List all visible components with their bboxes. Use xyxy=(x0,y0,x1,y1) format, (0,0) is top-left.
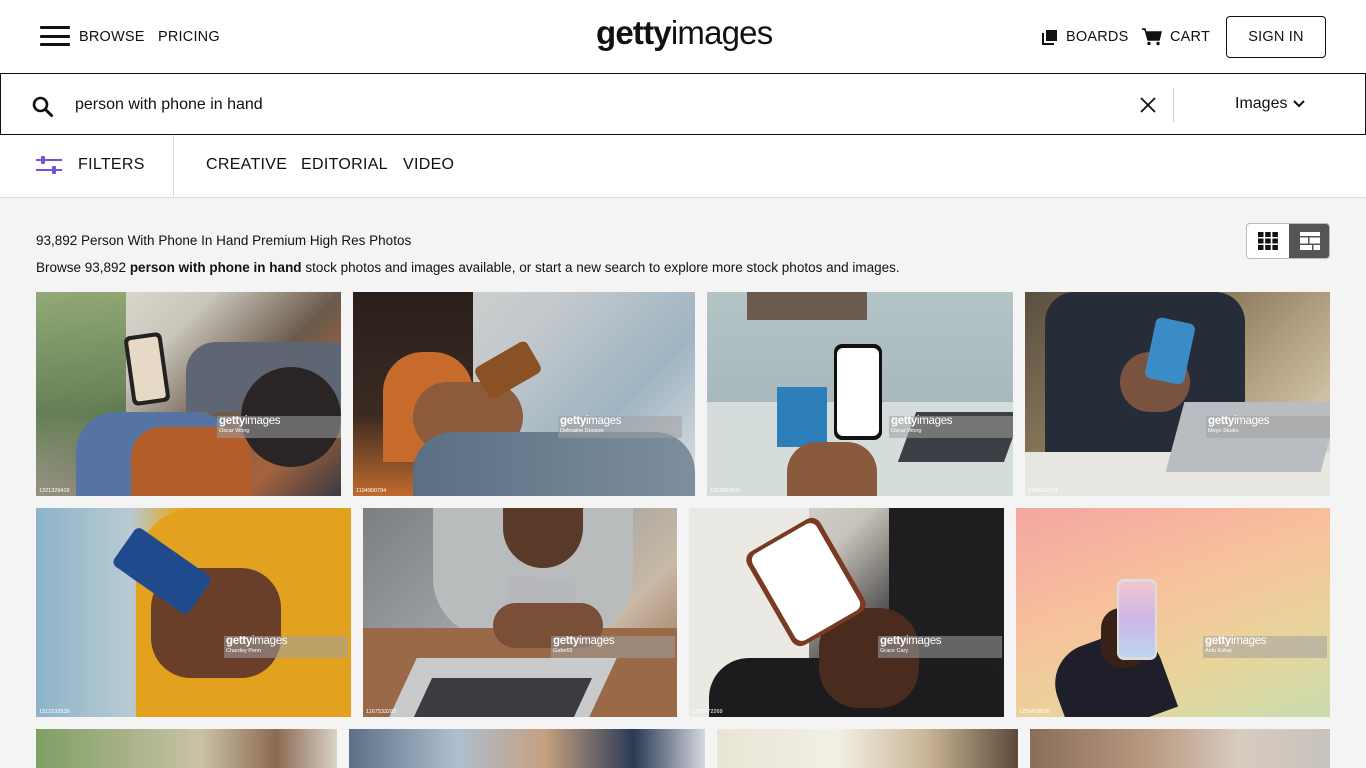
image-tile[interactable]: gettyimages Oscar Wong 1307699640 xyxy=(707,292,1013,496)
results-subtitle: Browse 93,892 person with phone in hand … xyxy=(36,260,900,275)
image-tile[interactable]: gettyimages Gabe65 1167533282 xyxy=(363,508,677,717)
mosaic-view-button[interactable] xyxy=(1289,224,1329,258)
search-divider xyxy=(1173,88,1174,122)
boards-icon[interactable] xyxy=(1042,29,1058,45)
search-icon[interactable] xyxy=(32,96,54,118)
watermark: gettyimages Gabe65 xyxy=(551,635,675,658)
image-id: 1282472269 xyxy=(692,709,723,715)
image-tile[interactable] xyxy=(36,729,337,768)
filter-divider xyxy=(173,135,174,198)
watermark: gettyimages Moyo Studio xyxy=(1206,415,1330,438)
cart-link[interactable]: CART xyxy=(1170,29,1210,45)
chevron-down-icon[interactable] xyxy=(1292,99,1306,109)
image-id: 1167533282 xyxy=(366,709,397,715)
watermark: gettyimages Oscar Wong xyxy=(217,415,341,438)
image-tile[interactable] xyxy=(717,729,1018,768)
search-bar: Images xyxy=(0,73,1366,135)
search-input[interactable] xyxy=(75,92,1115,118)
watermark: gettyimages Chardey Penn xyxy=(224,635,348,658)
tab-creative[interactable]: CREATIVE xyxy=(206,156,287,174)
image-id: 1194900794 xyxy=(356,488,387,494)
image-id: 1185932621 xyxy=(1028,488,1059,494)
nav-browse[interactable]: BROWSE xyxy=(79,29,145,45)
image-id: 1307699640 xyxy=(710,488,741,494)
watermark: gettyimages Grace Cary xyxy=(878,635,1002,658)
image-id: 1259418635 xyxy=(1019,709,1050,715)
filter-sliders-icon[interactable] xyxy=(35,155,63,175)
image-tile[interactable]: gettyimages Oscar Wong 1321329418 xyxy=(36,292,341,496)
grid-view-icon xyxy=(1258,232,1278,250)
view-toggle xyxy=(1246,223,1330,259)
getty-images-logo[interactable]: gettyimages xyxy=(596,14,773,52)
image-tile[interactable]: gettyimages Delmaine Donson 1194900794 xyxy=(353,292,695,496)
cart-icon[interactable] xyxy=(1142,28,1162,46)
image-tile[interactable] xyxy=(1030,729,1330,768)
filter-bar: FILTERS CREATIVE EDITORIAL VIDEO xyxy=(0,135,1366,198)
image-tile[interactable]: gettyimages Antu Esbar 1259418635 xyxy=(1016,508,1330,717)
watermark: gettyimages Delmaine Donson xyxy=(558,415,682,438)
mosaic-view-icon xyxy=(1300,232,1320,250)
watermark: gettyimages Oscar Wong xyxy=(889,415,1013,438)
tab-video[interactable]: VIDEO xyxy=(403,156,454,174)
top-header: BROWSE PRICING gettyimages BOARDS CART S… xyxy=(0,0,1366,74)
menu-icon[interactable] xyxy=(40,26,70,46)
close-icon[interactable] xyxy=(1138,95,1158,115)
filters-button[interactable]: FILTERS xyxy=(78,156,145,174)
watermark: gettyimages Antu Esbar xyxy=(1203,635,1327,658)
image-tile[interactable] xyxy=(349,729,705,768)
image-tile[interactable]: gettyimages Chardey Penn 1312133539 xyxy=(36,508,351,717)
boards-link[interactable]: BOARDS xyxy=(1066,29,1128,45)
image-tile[interactable]: gettyimages Moyo Studio 1185932621 xyxy=(1025,292,1330,496)
media-type-select[interactable]: Images xyxy=(1235,95,1287,113)
sign-in-button[interactable]: SIGN IN xyxy=(1226,16,1326,58)
image-tile[interactable]: gettyimages Grace Cary 1282472269 xyxy=(689,508,1004,717)
results-title: 93,892 Person With Phone In Hand Premium… xyxy=(36,233,412,248)
nav-pricing[interactable]: PRICING xyxy=(158,29,220,45)
tab-editorial[interactable]: EDITORIAL xyxy=(301,156,388,174)
grid-view-button[interactable] xyxy=(1247,224,1289,258)
image-id: 1321329418 xyxy=(39,488,70,494)
image-id: 1312133539 xyxy=(39,709,70,715)
